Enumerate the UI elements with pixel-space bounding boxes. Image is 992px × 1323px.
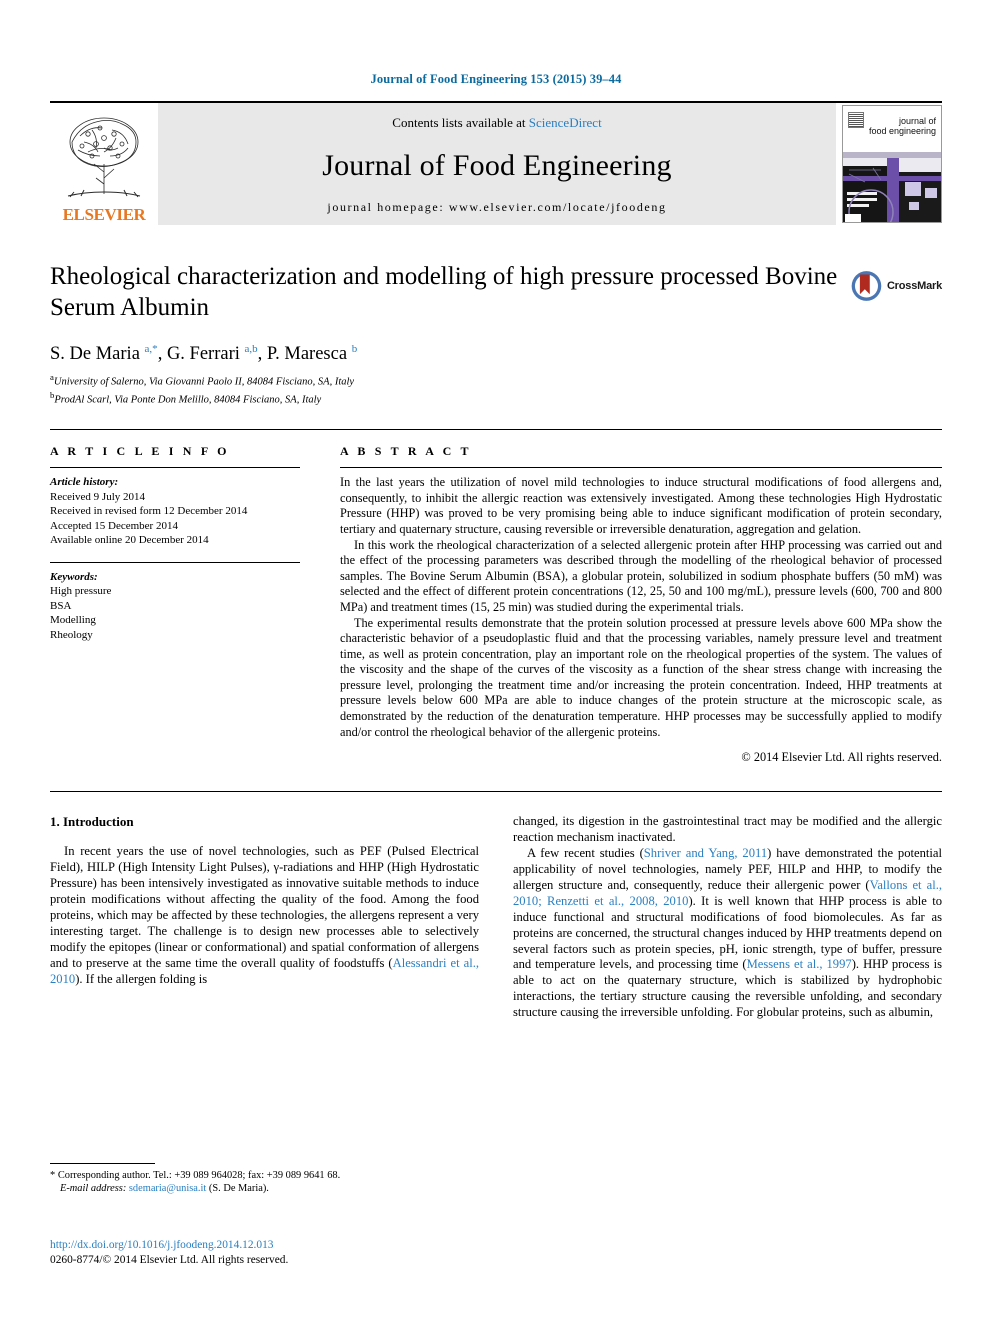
cover-journal-title: journal of food engineering	[868, 116, 936, 136]
elsevier-tree-icon	[67, 117, 141, 198]
footnote-line: * Corresponding author. Tel.: +39 089 96…	[50, 1170, 341, 1181]
footer-doi-block: http://dx.doi.org/10.1016/j.jfoodeng.201…	[50, 1238, 288, 1267]
keyword-item: Rheology	[50, 628, 93, 641]
journal-homepage-link[interactable]: journal homepage: www.elsevier.com/locat…	[327, 200, 666, 215]
paragraph: A few recent studies (Shriver and Yang, …	[513, 846, 943, 1020]
page-title: Rheological characterization and modelli…	[50, 263, 838, 321]
footnote-divider	[50, 1163, 155, 1164]
keywords-label: Keywords:	[50, 570, 98, 583]
keywords-block: Keywords: High pressure BSA Modelling Rh…	[50, 561, 300, 643]
history-item: Received 9 July 2014	[50, 490, 146, 503]
keyword-item: Modelling	[50, 614, 96, 627]
title-block: CrossMark Rheological characterization a…	[50, 261, 942, 407]
abstract-copyright: © 2014 Elsevier Ltd. All rights reserved…	[741, 750, 942, 765]
contents-prefix: Contents lists available at	[392, 115, 526, 130]
article-history: Article history: Received 9 July 2014 Re…	[50, 475, 300, 548]
abstract-body: In the last years the utilization of nov…	[340, 475, 942, 740]
divider	[50, 467, 300, 469]
body-divider	[50, 791, 942, 793]
issn-copyright-line: 0260-8774/© 2014 Elsevier Ltd. All right…	[50, 1253, 289, 1266]
masthead-center: Contents lists available at ScienceDirec…	[158, 103, 836, 225]
section-title-introduction: 1. Introduction	[50, 814, 134, 830]
journal-title: Journal of Food Engineering	[322, 148, 672, 182]
cover-barcode-icon	[848, 112, 864, 128]
abstract-heading: A B S T R A C T	[340, 444, 472, 459]
affiliations: aUniversity of Salerno, Via Giovanni Pao…	[50, 371, 942, 407]
crossmark-label: CrossMark	[886, 280, 942, 292]
citation-link[interactable]: Messens et al., 1997	[747, 957, 852, 971]
author-list: S. De Maria a,*, G. Ferrari a,b, P. Mare…	[50, 343, 358, 365]
paragraph: changed, its digestion in the gastrointe…	[513, 814, 942, 845]
article-history-label: Article history:	[50, 476, 119, 489]
elsevier-logo: ELSEVIER	[50, 103, 158, 225]
sciencedirect-link[interactable]: ScienceDirect	[529, 115, 602, 130]
abstract-paragraph: In the last years the utilization of nov…	[340, 475, 942, 536]
cover-artwork	[843, 152, 941, 222]
elsevier-wordmark: ELSEVIER	[62, 205, 146, 224]
cover-graphic-icon	[843, 152, 941, 222]
abstract-column: A B S T R A C T In the last years the ut…	[340, 444, 942, 765]
divider	[340, 467, 942, 469]
journal-cover-thumbnail: journal of food engineering	[842, 105, 942, 223]
paper-page: Journal of Food Engineering 153 (2015) 3…	[0, 0, 992, 1323]
article-info-heading: A R T I C L E I N F O	[50, 444, 230, 459]
intro-right-text: changed, its digestion in the gastrointe…	[513, 814, 942, 1021]
abstract-paragraph: In this work the rheological characteriz…	[340, 537, 942, 614]
abstract-paragraph: The experimental results demonstrate tha…	[340, 615, 942, 739]
citation-link[interactable]: Renzetti et al., 2008, 2010	[547, 894, 688, 908]
keyword-item: BSA	[50, 599, 72, 612]
article-info-column: A R T I C L E I N F O Article history: R…	[50, 444, 300, 765]
history-item: Accepted 15 December 2014	[50, 519, 178, 532]
footnote-email-line: E-mail address: sdemaria@unisa.it (S. De…	[60, 1183, 269, 1195]
cover-top-band: journal of food engineering	[843, 106, 941, 152]
crossmark-icon	[851, 271, 882, 301]
crossmark-badge[interactable]: CrossMark	[850, 263, 942, 309]
email-label: E-mail address:	[60, 1183, 127, 1195]
footnote-star: *	[50, 1170, 56, 1181]
contents-list-line: Contents lists available at ScienceDirec…	[392, 115, 601, 131]
email-link[interactable]: sdemaria@unisa.it	[129, 1183, 206, 1194]
body-column-left: 1. Introduction In recent years the use …	[50, 814, 479, 1021]
history-item: Received in revised form 12 December 201…	[50, 505, 248, 518]
running-head: Journal of Food Engineering 153 (2015) 3…	[370, 72, 622, 86]
body-column-right: changed, its digestion in the gastrointe…	[513, 814, 942, 1021]
corresponding-author-footnote: * Corresponding author. Tel.: +39 089 96…	[50, 1163, 470, 1196]
body-columns: 1. Introduction In recent years the use …	[50, 814, 942, 1021]
history-item: Available online 20 December 2014	[50, 534, 209, 547]
divider	[50, 561, 300, 563]
intro-left-text: In recent years the use of novel technol…	[50, 844, 479, 987]
affiliation-b: bProdAl Scarl, Via Ponte Don Melillo, 84…	[50, 390, 322, 406]
paragraph: In recent years the use of novel technol…	[50, 844, 479, 986]
keyword-item: High pressure	[50, 585, 112, 598]
journal-masthead: ELSEVIER Contents lists available at Sci…	[50, 101, 942, 225]
info-abstract-section: A R T I C L E I N F O Article history: R…	[50, 429, 942, 765]
doi-link[interactable]: http://dx.doi.org/10.1016/j.jfoodeng.201…	[50, 1238, 288, 1253]
affiliation-a: aUniversity of Salerno, Via Giovanni Pao…	[50, 372, 355, 388]
citation-link[interactable]: Shriver and Yang, 2011	[644, 846, 767, 860]
